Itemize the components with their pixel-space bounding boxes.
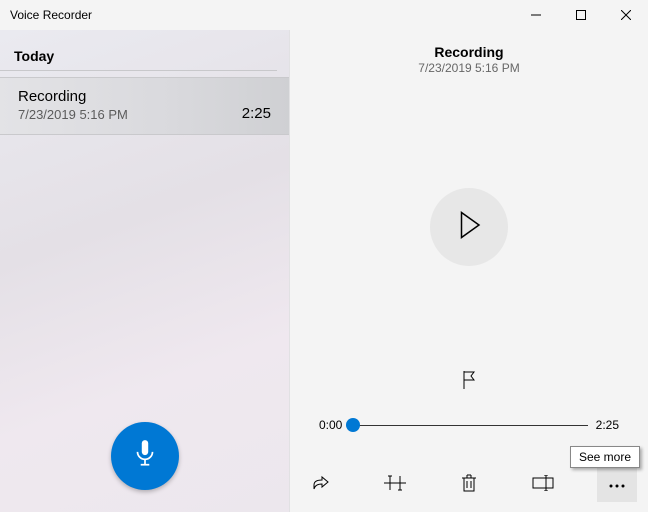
recordings-sidebar: Today Recording 7/23/2019 5:16 PM 2:25 — [0, 30, 290, 512]
section-header-today: Today — [0, 30, 277, 71]
trim-button[interactable] — [375, 468, 415, 502]
delete-button[interactable] — [449, 468, 489, 502]
maximize-button[interactable] — [558, 0, 603, 30]
scrubber-track[interactable] — [350, 425, 587, 426]
app-title: Voice Recorder — [10, 8, 92, 22]
current-recording-datetime: 7/23/2019 5:16 PM — [418, 61, 519, 75]
see-more-tooltip: See more — [570, 446, 640, 468]
share-icon — [311, 474, 331, 497]
scrubber-thumb[interactable] — [346, 418, 360, 432]
recording-name: Recording — [18, 88, 128, 105]
close-button[interactable] — [603, 0, 648, 30]
share-button[interactable] — [301, 468, 341, 502]
play-button[interactable] — [430, 188, 508, 266]
recording-list-item[interactable]: Recording 7/23/2019 5:16 PM 2:25 — [0, 77, 289, 135]
more-button[interactable] — [597, 468, 637, 502]
add-marker-button[interactable] — [459, 369, 479, 396]
record-button[interactable] — [111, 422, 179, 490]
playback-panel: Recording 7/23/2019 5:16 PM 0:00 — [290, 30, 648, 512]
titlebar[interactable]: Voice Recorder — [0, 0, 648, 30]
trim-icon — [384, 474, 406, 497]
microphone-icon — [132, 439, 158, 474]
total-time: 2:25 — [596, 418, 619, 432]
minimize-button[interactable] — [513, 0, 558, 30]
more-icon — [608, 476, 626, 494]
recording-duration: 2:25 — [242, 105, 271, 122]
recording-datetime: 7/23/2019 5:16 PM — [18, 107, 128, 122]
trash-icon — [461, 473, 477, 498]
panel-header: Recording 7/23/2019 5:16 PM — [418, 44, 519, 75]
scrubber[interactable]: 0:00 2:25 — [319, 418, 619, 432]
current-time: 0:00 — [319, 418, 342, 432]
rename-icon — [532, 475, 554, 496]
play-icon — [456, 210, 482, 245]
rename-button[interactable] — [523, 468, 563, 502]
current-recording-name: Recording — [418, 44, 519, 60]
flag-icon — [459, 378, 479, 395]
content: Today Recording 7/23/2019 5:16 PM 2:25 R… — [0, 30, 648, 512]
